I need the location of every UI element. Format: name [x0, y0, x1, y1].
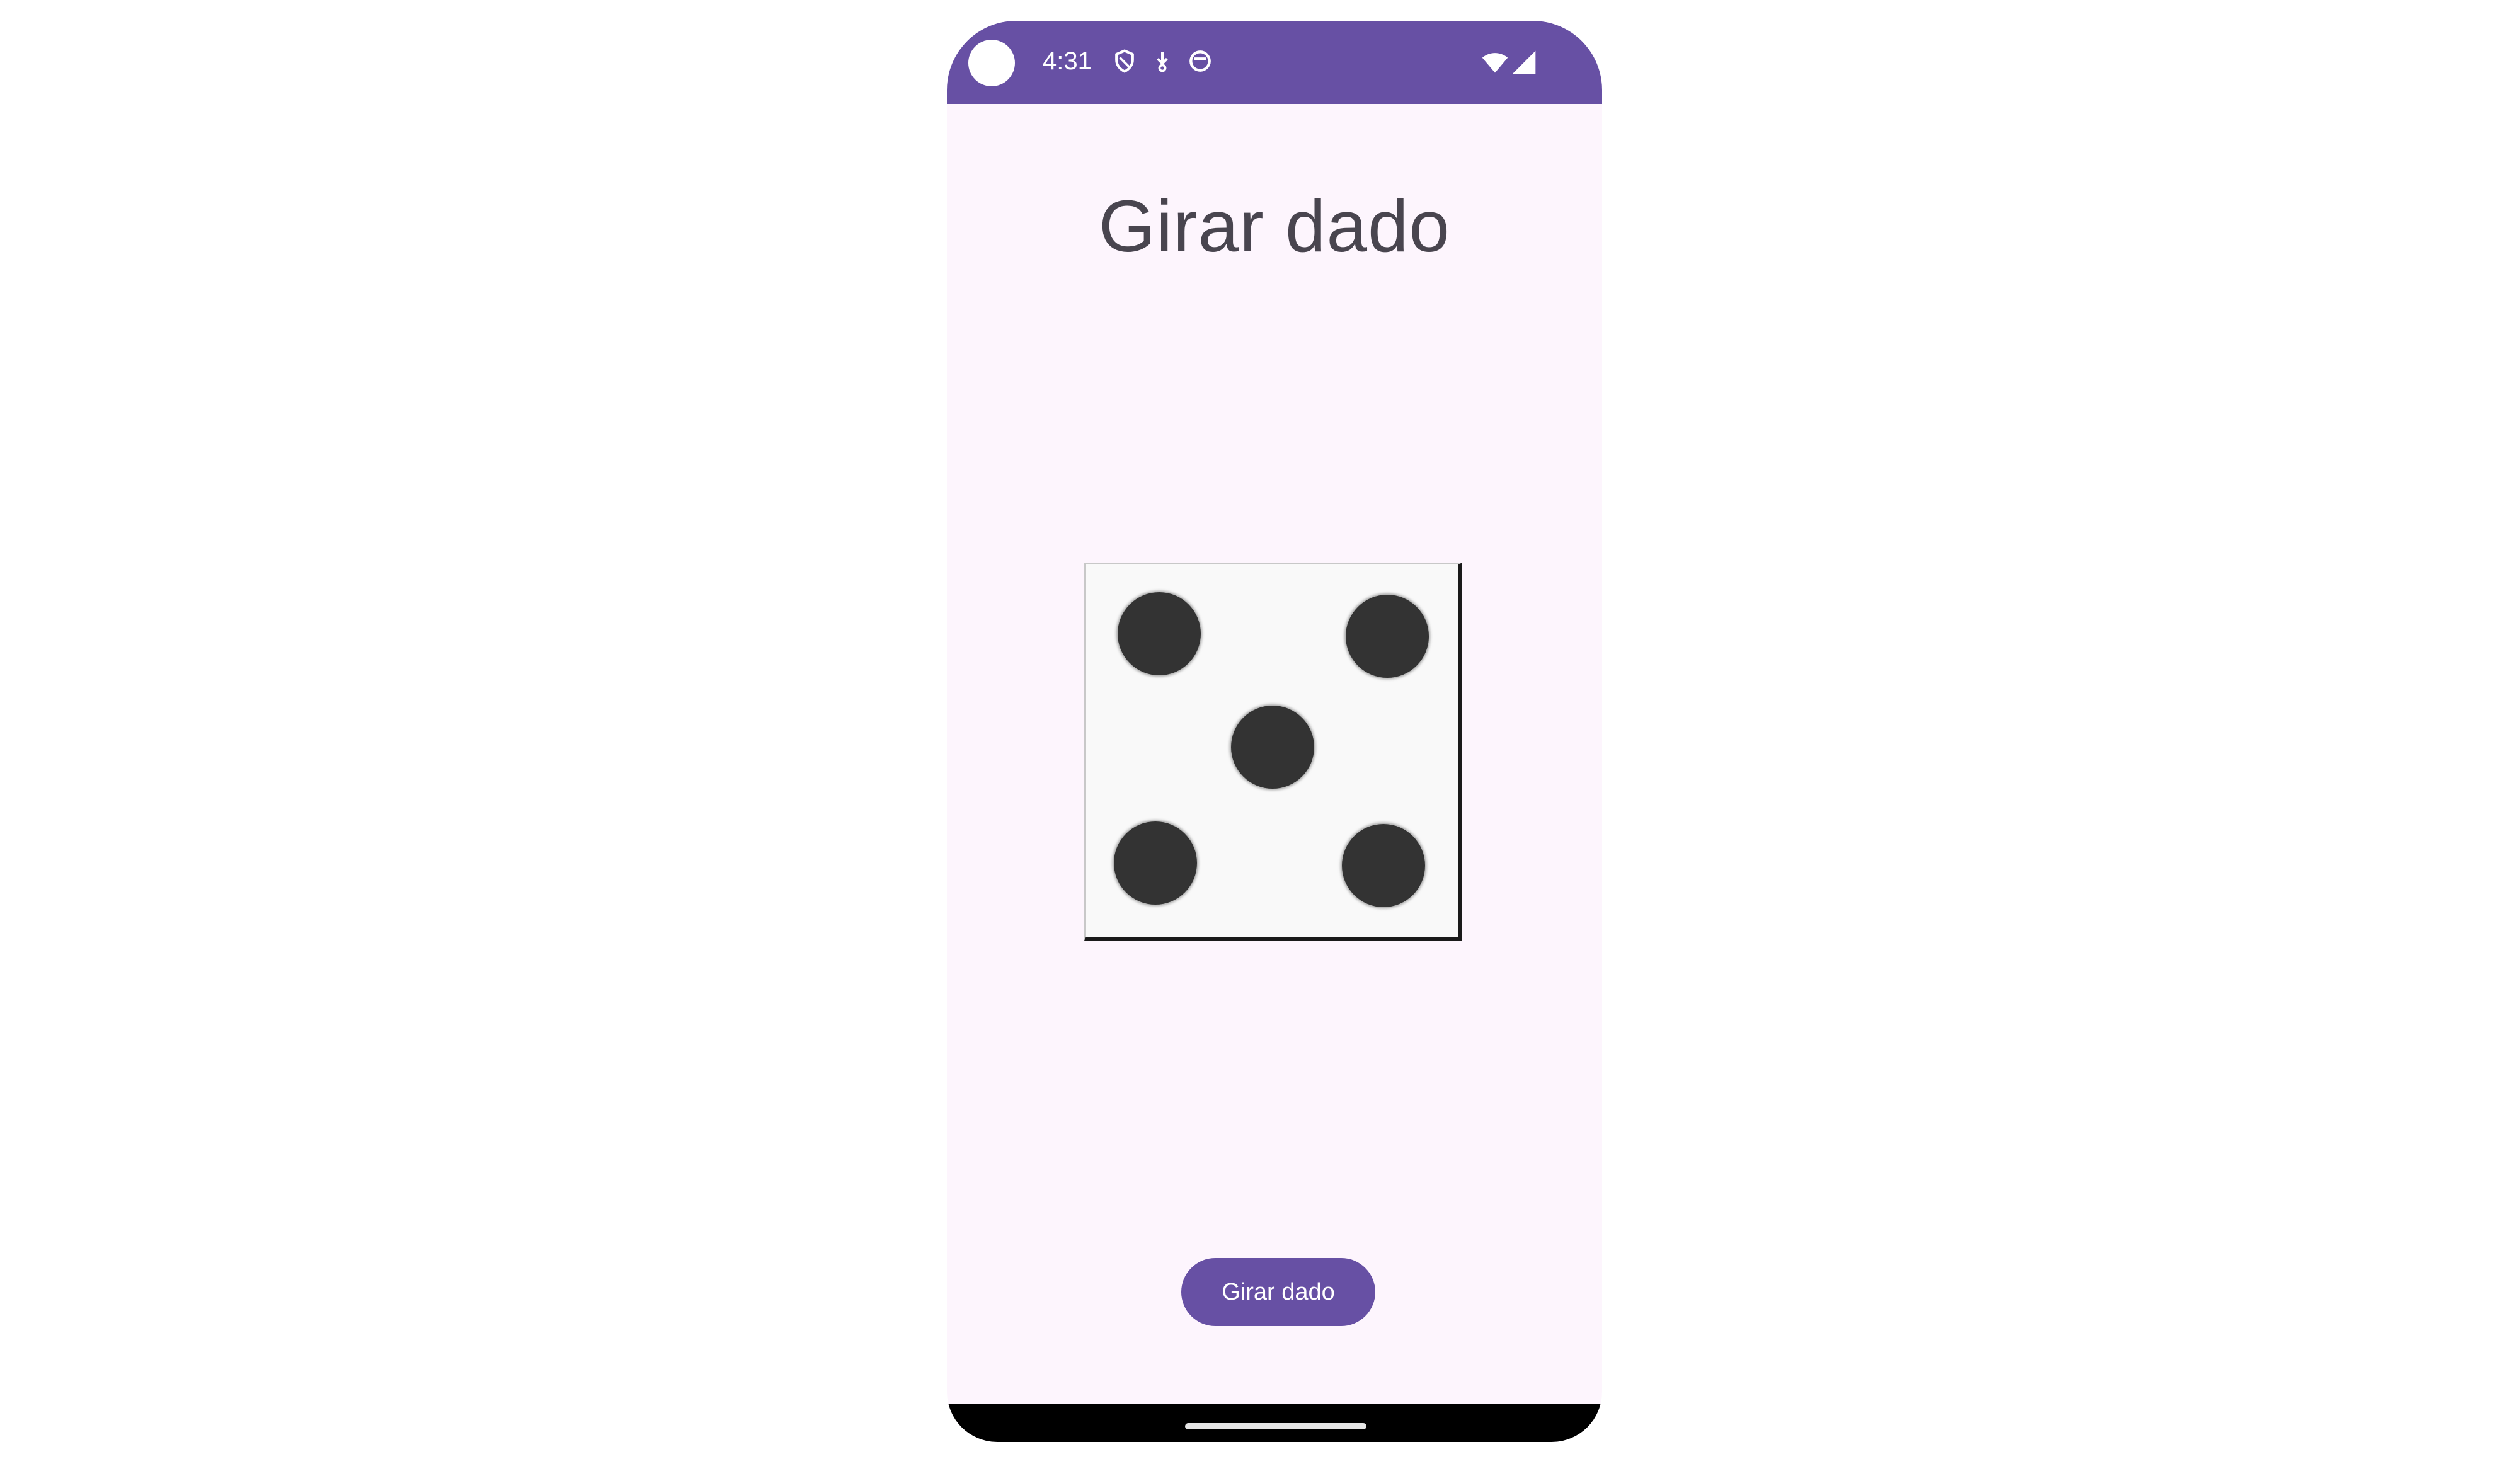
status-bar: 4:31	[947, 21, 1602, 104]
die-pip	[1342, 824, 1425, 907]
shield-icon	[1111, 47, 1138, 75]
phone-frame: 4:31 Girar dado Girar dado	[947, 21, 1602, 1442]
die-pip	[1118, 592, 1201, 675]
die-pip	[1114, 821, 1197, 905]
signal-icon	[1510, 49, 1538, 76]
screen: 4:31 Girar dado Girar dado	[0, 0, 2520, 1459]
die-image	[1084, 563, 1462, 941]
die-pip	[1346, 595, 1429, 678]
camera-cutout	[968, 40, 1015, 86]
circle-status-icon	[1186, 47, 1214, 75]
page-title: Girar dado	[1098, 185, 1451, 267]
roll-dice-button[interactable]: Girar dado	[1181, 1258, 1375, 1326]
navigation-bar	[947, 1404, 1602, 1442]
wifi-icon	[1481, 49, 1509, 76]
download-icon	[1148, 47, 1176, 75]
die-pip	[1231, 706, 1314, 789]
status-time: 4:31	[1043, 47, 1092, 75]
home-handle[interactable]	[1185, 1423, 1366, 1429]
